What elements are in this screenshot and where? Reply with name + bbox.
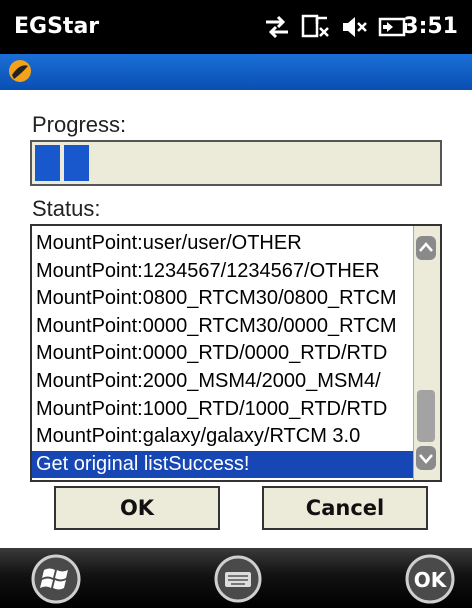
ok-softkey-label: OK (414, 568, 448, 592)
scrollbar-thumb[interactable] (417, 390, 435, 442)
status-rows: MountPoint:user/user/OTHER MountPoint:12… (32, 230, 414, 479)
windows-start-icon[interactable] (26, 553, 86, 610)
progress-segment (64, 145, 89, 181)
scroll-down-icon[interactable] (416, 446, 436, 470)
scrollbar[interactable] (413, 226, 440, 480)
list-item-selected[interactable]: Get original listSuccess! (32, 450, 414, 479)
app-header (0, 54, 472, 90)
progress-fill (35, 145, 89, 181)
list-item[interactable]: MountPoint:2000_MSM4/2000_MSM4/ (32, 368, 414, 396)
no-signal-icon[interactable] (300, 12, 330, 47)
scroll-up-icon[interactable] (416, 236, 436, 260)
status-label: Status: (32, 196, 101, 221)
list-item[interactable]: MountPoint:0800_RTCM30/0800_RTCM (32, 285, 414, 313)
list-item[interactable]: MountPoint:user/user/OTHER (32, 230, 414, 258)
ok-button[interactable]: OK (54, 486, 220, 530)
app-title: EGStar (14, 14, 100, 39)
list-item[interactable]: MountPoint:1234567/1234567/OTHER (32, 258, 414, 286)
list-item[interactable]: MountPoint:0000_RTD/0000_RTD/RTD (32, 340, 414, 368)
status-list[interactable]: MountPoint:user/user/OTHER MountPoint:12… (30, 224, 442, 482)
list-item[interactable]: MountPoint:0000_RTCM30/0000_RTCM (32, 313, 414, 341)
status-bar: EGStar 3:51 (0, 0, 472, 54)
connectivity-icon[interactable] (262, 12, 292, 47)
cancel-button[interactable]: Cancel (262, 486, 428, 530)
keyboard-icon[interactable] (210, 553, 266, 610)
app-logo-icon (6, 57, 34, 90)
volume-muted-icon[interactable] (340, 12, 370, 47)
progress-segment (35, 145, 60, 181)
clock: 3:51 (403, 14, 458, 39)
ok-softkey[interactable]: OK (400, 553, 460, 610)
progress-bar (30, 140, 442, 186)
bottom-bar: OK (0, 548, 472, 608)
progress-label: Progress: (32, 112, 127, 137)
list-item[interactable]: MountPoint:galaxy/galaxy/RTCM 3.0 (32, 423, 414, 451)
list-item[interactable]: MountPoint:1000_RTD/1000_RTD/RTD (32, 396, 414, 424)
